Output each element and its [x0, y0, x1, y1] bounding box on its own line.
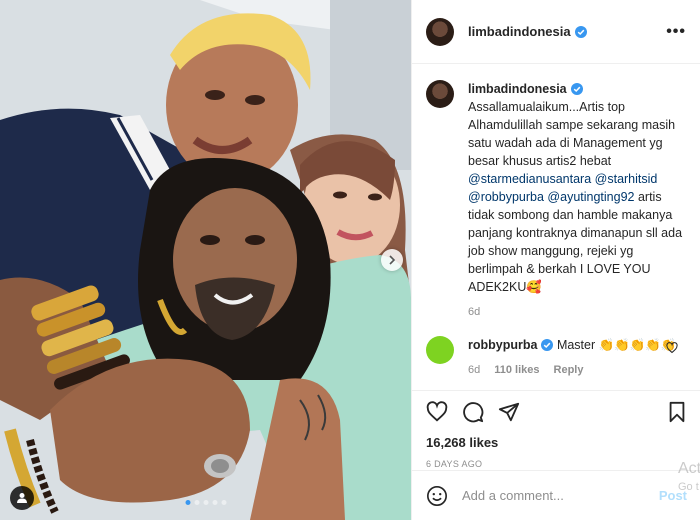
verified-badge-icon [541, 339, 554, 351]
user-icon [17, 493, 27, 503]
chevron-right-icon [389, 255, 396, 265]
like-heart-icon[interactable] [426, 401, 448, 423]
caption-body-2: artis tidak sombong dan hamble makanya p… [468, 190, 683, 294]
comment-text: robbypurba Master 👏👏👏👏👏 [468, 336, 686, 354]
mention-link[interactable]: @ayutingting92 [547, 190, 634, 204]
commenter-avatar[interactable] [426, 336, 454, 364]
caption-age[interactable]: 6d [468, 306, 480, 318]
action-bar: 16,268 likes 6 DAYS AGO [412, 390, 700, 469]
comment-input[interactable] [462, 488, 659, 503]
carousel-dots [185, 500, 226, 505]
post-timestamp[interactable]: 6 DAYS AGO [426, 459, 687, 469]
comment-likes[interactable]: 110 likes [494, 364, 539, 376]
post-header: limbadindonesia ••• [412, 0, 700, 64]
carousel-dot [203, 500, 208, 505]
verified-badge-icon [570, 83, 583, 95]
add-comment-bar: Post [412, 470, 700, 520]
watermark-line-1: Act [678, 460, 700, 477]
comment-body: Master 👏👏👏👏👏 [556, 338, 677, 352]
list-item: robbypurba Master 👏👏👏👏👏 6d 110 likes Rep… [426, 336, 686, 376]
photo-scene [0, 0, 411, 520]
carousel-dot [194, 500, 199, 505]
more-options-icon[interactable]: ••• [666, 23, 686, 41]
caption: limbadindonesia Assallamualaikum...Artis… [426, 80, 686, 318]
comments-section: limbadindonesia Assallamualaikum...Artis… [412, 64, 700, 376]
mention-link[interactable]: @robbypurba [468, 190, 544, 204]
bookmark-save-icon[interactable] [667, 401, 687, 423]
avatar[interactable] [426, 17, 454, 46]
reply-button[interactable]: Reply [554, 364, 584, 376]
header-username[interactable]: limbadindonesia [468, 24, 571, 39]
comment-meta: 6d 110 likes Reply [468, 364, 686, 376]
like-comment-heart-icon[interactable] [666, 342, 678, 354]
caption-meta: 6d [468, 306, 686, 318]
activate-watermark: Act Go t [678, 460, 700, 496]
action-icons [426, 399, 687, 425]
comment-age[interactable]: 6d [468, 364, 480, 376]
mention-link[interactable]: @starmedianusantara [468, 172, 591, 186]
tagged-users-button[interactable] [10, 486, 34, 510]
caption-username[interactable]: limbadindonesia [468, 82, 567, 96]
caption-body-1: Assallamualaikum...Artis top Alhamdulill… [468, 100, 676, 168]
post-side-panel: limbadindonesia ••• limbadindonesia Assa… [411, 0, 700, 520]
comment-bubble-icon[interactable] [462, 401, 484, 423]
commenter-username[interactable]: robbypurba [468, 338, 537, 352]
caption-text: limbadindonesia Assallamualaikum...Artis… [468, 80, 686, 296]
emoji-icon[interactable] [426, 485, 448, 507]
carousel-next-button[interactable] [381, 249, 403, 271]
caption-avatar[interactable] [426, 80, 454, 108]
post-photo[interactable] [0, 0, 411, 520]
mention-link[interactable]: @starhitsid [595, 172, 658, 186]
carousel-dot [185, 500, 190, 505]
watermark-line-2: Go t [678, 481, 699, 493]
share-send-icon[interactable] [498, 401, 520, 423]
instagram-post: limbadindonesia ••• limbadindonesia Assa… [0, 0, 700, 520]
verified-badge-icon [574, 25, 587, 38]
likes-count[interactable]: 16,268 likes [426, 435, 687, 450]
carousel-dot [212, 500, 217, 505]
carousel-dot [221, 500, 226, 505]
